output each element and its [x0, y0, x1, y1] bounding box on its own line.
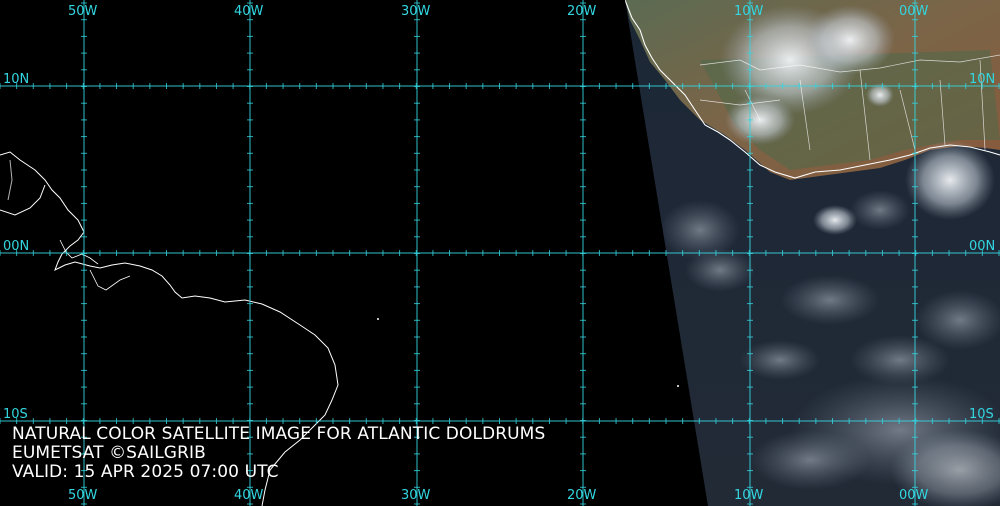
- lat-label-right: 00N: [969, 239, 996, 254]
- lon-label-top: 40W: [234, 4, 264, 19]
- lat-label-left: 10N: [3, 72, 30, 87]
- satellite-map: 50W 40W 30W 20W 10W 00W 50W 40W 30W 20W …: [0, 0, 1000, 506]
- lon-label-bottom: 20W: [567, 488, 597, 503]
- lon-label-top: 50W: [68, 4, 98, 19]
- lon-label-bottom: 00W: [899, 488, 929, 503]
- lon-label-bottom: 50W: [68, 488, 98, 503]
- lon-label-bottom: 40W: [234, 488, 264, 503]
- lat-label-left: 00N: [3, 239, 30, 254]
- lon-label-top: 30W: [401, 4, 431, 19]
- map-valid-time: VALID: 15 APR 2025 07:00 UTC: [12, 462, 279, 482]
- map-credit: EUMETSAT ©SAILGRIB: [12, 443, 206, 463]
- lat-label-right: 10N: [969, 72, 996, 87]
- lat-label-left: 10S: [3, 407, 28, 422]
- lon-label-bottom: 10W: [734, 488, 764, 503]
- lon-label-top: 20W: [567, 4, 597, 19]
- lon-label-top: 00W: [899, 4, 929, 19]
- lon-label-top: 10W: [734, 4, 764, 19]
- lat-label-right: 10S: [969, 407, 994, 422]
- lon-label-bottom: 30W: [401, 488, 431, 503]
- map-title: NATURAL COLOR SATELLITE IMAGE FOR ATLANT…: [12, 424, 546, 444]
